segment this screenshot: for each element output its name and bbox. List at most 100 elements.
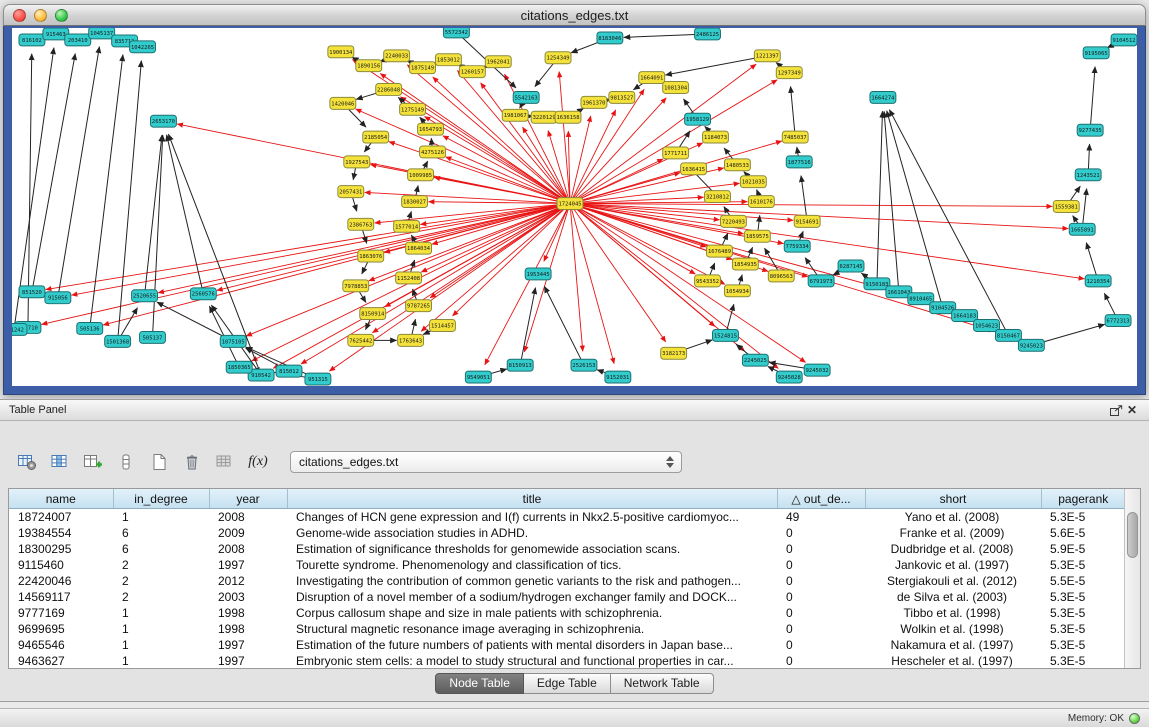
graph-node[interactable]: 203410 xyxy=(65,34,91,46)
close-panel-button[interactable]: ✕ xyxy=(1124,403,1140,417)
graph-node[interactable]: 915056 xyxy=(45,292,71,304)
graph-node[interactable]: 1961370 xyxy=(581,96,607,108)
graph-node[interactable]: 1962041 xyxy=(485,56,511,68)
table-cell[interactable]: 2 xyxy=(113,589,209,605)
table-cell[interactable]: 0 xyxy=(777,525,865,541)
zoom-window-button[interactable] xyxy=(55,9,68,22)
graph-node[interactable]: 6287145 xyxy=(838,260,864,272)
table-cell[interactable]: 5.3E-5 xyxy=(1041,589,1125,605)
graph-edge[interactable] xyxy=(801,176,807,222)
graph-node[interactable]: 2185054 xyxy=(363,131,389,143)
graph-node[interactable]: 5542163 xyxy=(513,91,539,103)
new-table-button[interactable] xyxy=(146,450,172,474)
table-cell[interactable]: 18300295 xyxy=(9,541,113,557)
graph-node[interactable]: 1850365 xyxy=(226,361,252,373)
table-row[interactable]: 1938455462009Genome-wide association stu… xyxy=(9,525,1125,541)
table-cell[interactable]: 5.3E-5 xyxy=(1041,557,1125,573)
table-cell[interactable]: Wolkin et al. (1998) xyxy=(865,621,1041,637)
graph-node[interactable]: 9543352 xyxy=(695,275,721,287)
graph-node[interactable]: 1676489 xyxy=(707,245,733,257)
graph-node[interactable]: 1864034 xyxy=(406,242,432,254)
tab-network-table[interactable]: Network Table xyxy=(611,673,714,694)
graph-edge[interactable] xyxy=(433,77,570,203)
graph-node[interactable]: 2386763 xyxy=(348,218,374,230)
table-cell[interactable]: 14569117 xyxy=(9,589,113,605)
graph-node[interactable]: 9549051 xyxy=(465,371,491,383)
graph-node[interactable]: 1900134 xyxy=(328,46,354,58)
graph-node[interactable]: 1420046 xyxy=(330,97,356,109)
graph-node[interactable]: 1009985 xyxy=(408,169,434,181)
table-cell[interactable]: Dudbridge et al. (2008) xyxy=(865,541,1041,557)
graph-node[interactable]: 3220129 xyxy=(531,111,557,123)
network-window-titlebar[interactable]: citations_edges.txt xyxy=(3,4,1146,26)
table-cell[interactable]: 0 xyxy=(777,589,865,605)
graph-node[interactable]: 1771711 xyxy=(663,147,689,159)
graph-node[interactable]: 1577014 xyxy=(394,220,420,232)
table-row[interactable]: 911546021997Tourette syndrome. Phenomeno… xyxy=(9,557,1125,573)
table-scrollbar-thumb[interactable] xyxy=(1127,512,1138,558)
table-cell[interactable]: Embryonic stem cells: a model to study s… xyxy=(287,653,777,669)
graph-node[interactable]: 5572342 xyxy=(443,28,469,38)
tab-node-table[interactable]: Node Table xyxy=(435,673,524,694)
graph-edge[interactable] xyxy=(103,204,570,325)
graph-node[interactable]: 505137 xyxy=(140,331,166,343)
graph-node[interactable]: 1081304 xyxy=(663,82,689,94)
graph-node[interactable]: 1275149 xyxy=(400,103,426,115)
table-cell[interactable]: 5.3E-5 xyxy=(1041,621,1125,637)
graph-node[interactable]: 1877516 xyxy=(786,156,812,168)
graph-edge[interactable] xyxy=(301,204,570,364)
table-row[interactable]: 946362711997Embryonic stem cells: a mode… xyxy=(9,653,1125,669)
graph-node[interactable]: 9813527 xyxy=(609,91,635,103)
table-cell[interactable]: 0 xyxy=(777,557,865,573)
graph-node[interactable]: 7759334 xyxy=(784,240,810,252)
column-header-name[interactable]: name xyxy=(9,489,113,509)
table-cell[interactable]: 19384554 xyxy=(9,525,113,541)
graph-edge[interactable] xyxy=(153,135,163,337)
tab-edge-table[interactable]: Edge Table xyxy=(524,673,611,694)
table-cell[interactable]: 5.3E-5 xyxy=(1041,653,1125,669)
table-cell[interactable]: 1 xyxy=(113,509,209,526)
graph-node[interactable]: 1724045 xyxy=(557,198,583,210)
table-row[interactable]: 1830029562008Estimation of significance … xyxy=(9,541,1125,557)
graph-edge[interactable] xyxy=(446,157,570,204)
table-cell[interactable]: Nakamura et al. (1997) xyxy=(865,637,1041,653)
table-cell[interactable]: Changes of HCN gene expression and I(f) … xyxy=(287,509,777,526)
table-cell[interactable]: Hescheler et al. (1997) xyxy=(865,653,1041,669)
graph-node[interactable]: 1981067 xyxy=(502,109,528,121)
graph-edge[interactable] xyxy=(570,204,806,363)
graph-node[interactable]: 1243521 xyxy=(1075,169,1101,181)
table-cell[interactable]: Jankovic et al. (1997) xyxy=(865,557,1041,573)
table-cell[interactable]: 6 xyxy=(113,541,209,557)
table-cell[interactable]: 5.5E-5 xyxy=(1041,573,1125,589)
table-cell[interactable]: 2008 xyxy=(209,541,287,557)
graph-node[interactable]: 9787265 xyxy=(406,300,432,312)
table-cell[interactable]: 18724007 xyxy=(9,509,113,526)
graph-node[interactable]: 2486125 xyxy=(695,28,721,40)
table-row[interactable]: 1872400712008Changes of HCN gene express… xyxy=(9,509,1125,526)
graph-node[interactable]: 951315 xyxy=(305,373,331,385)
graph-node[interactable]: 1042265 xyxy=(130,41,156,53)
graph-node[interactable]: 8183046 xyxy=(597,32,623,44)
table-row[interactable]: 1456911722003Disruption of a novel membe… xyxy=(9,589,1125,605)
graph-edge[interactable] xyxy=(217,204,570,291)
graph-node[interactable]: 8150913 xyxy=(507,359,533,371)
close-window-button[interactable] xyxy=(13,9,26,22)
graph-node[interactable]: 1636158 xyxy=(555,111,581,123)
graph-node[interactable]: 1859575 xyxy=(744,230,770,242)
graph-node[interactable]: 9104512 xyxy=(1111,34,1137,46)
graph-node[interactable]: 1075105 xyxy=(220,335,246,347)
graph-node[interactable]: 1664274 xyxy=(870,91,896,103)
column-header-year[interactable]: year xyxy=(209,489,287,509)
delete-table-button[interactable] xyxy=(179,450,205,474)
table-cell[interactable]: 0 xyxy=(777,605,865,621)
table-cell[interactable]: 0 xyxy=(777,573,865,589)
graph-edge[interactable] xyxy=(167,135,204,294)
import-table-button[interactable] xyxy=(212,450,238,474)
graph-edge[interactable] xyxy=(523,127,570,203)
table-cell[interactable]: 6 xyxy=(113,525,209,541)
graph-node[interactable]: 1501368 xyxy=(105,335,131,347)
graph-node[interactable]: 1610176 xyxy=(748,196,774,208)
table-cell[interactable]: 1 xyxy=(113,637,209,653)
graph-node[interactable]: 1559381 xyxy=(1053,201,1079,213)
graph-edge[interactable] xyxy=(520,288,535,366)
